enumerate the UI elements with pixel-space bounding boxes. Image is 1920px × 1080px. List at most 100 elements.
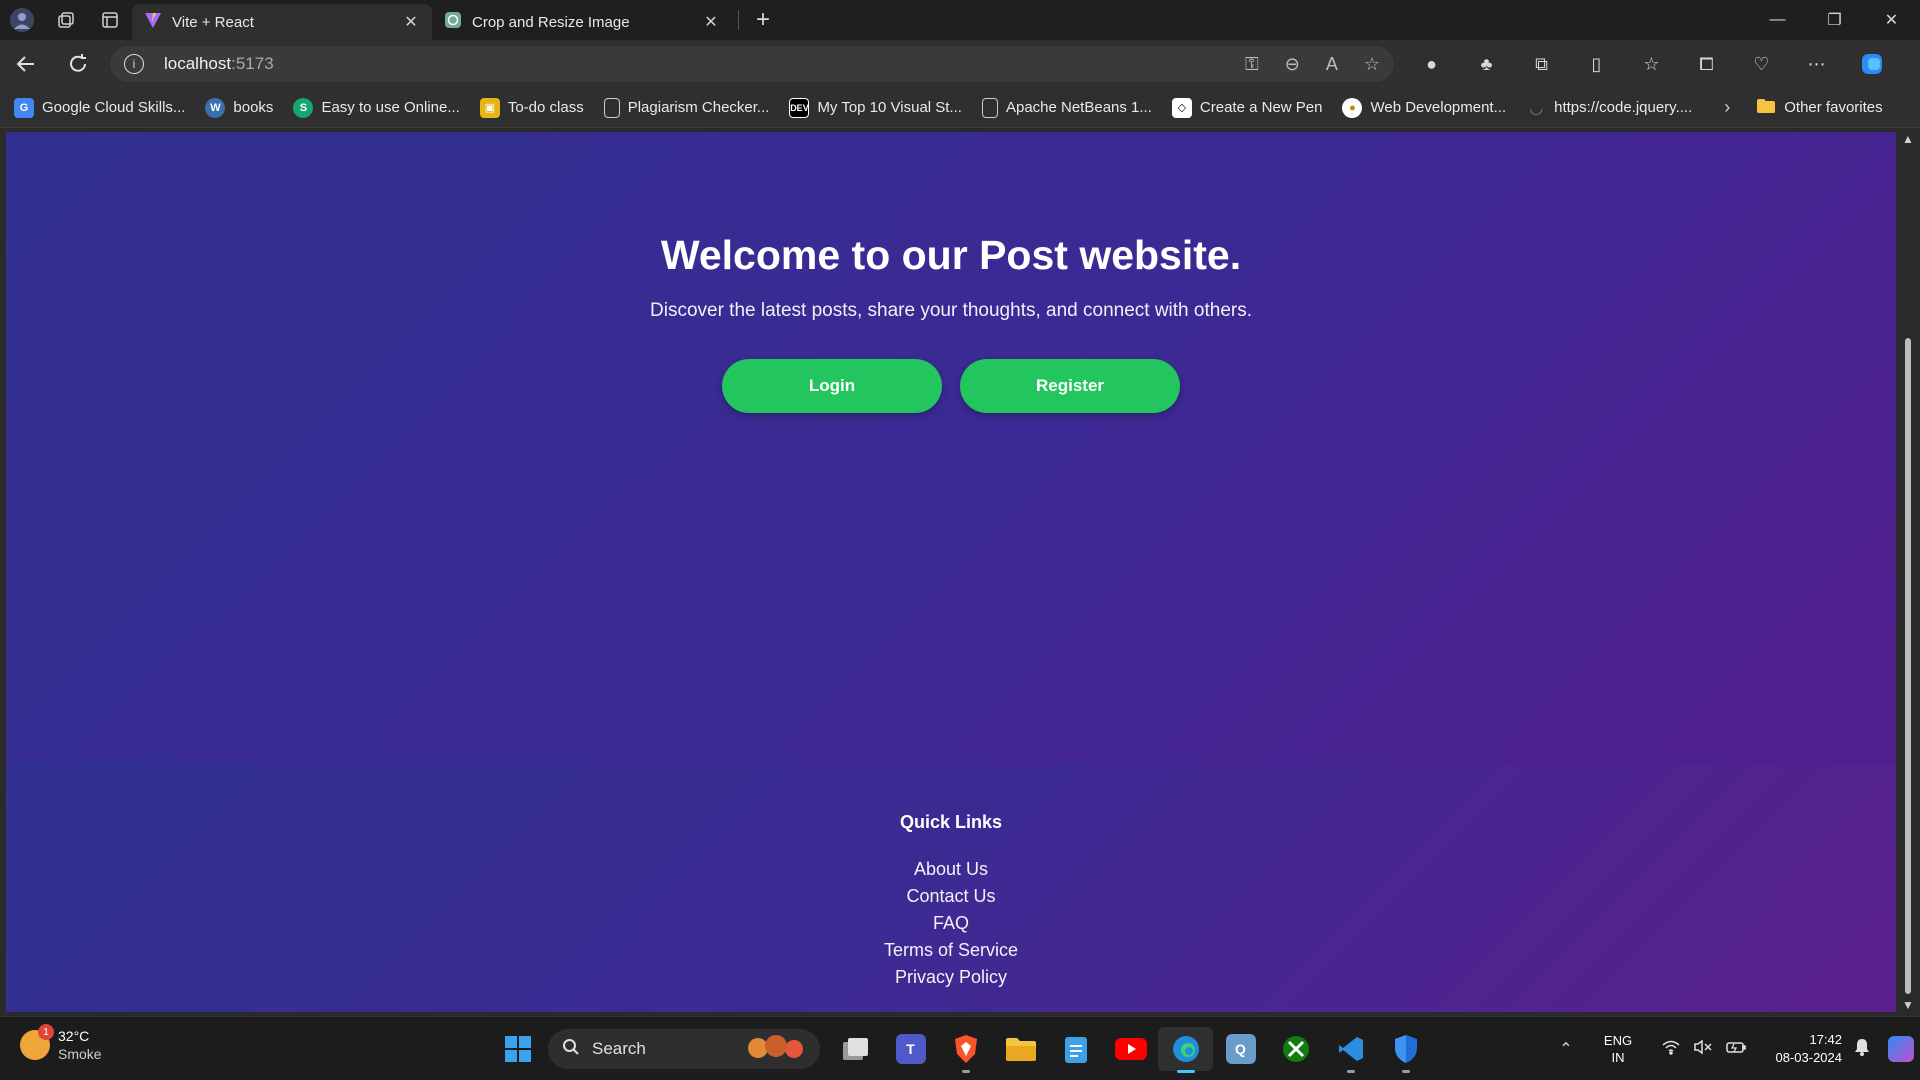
scroll-up-arrow-icon[interactable]: ▲ [1902, 132, 1914, 146]
start-button[interactable] [496, 1027, 540, 1071]
favorites-bar: G Google Cloud Skills... Wbooks S Easy to … [0, 88, 1920, 128]
file-explorer-icon[interactable] [993, 1027, 1048, 1071]
defender-shield-icon[interactable] [1378, 1027, 1433, 1073]
weather-condition: Smoke [58, 1046, 102, 1062]
tab-title: Vite + React [172, 13, 254, 31]
favorite-label: https://code.jquery.... [1554, 99, 1693, 116]
weather-sun-icon: 1 [20, 1024, 54, 1060]
favorite-item[interactable]: ◡ https://code.jquery.... [1526, 98, 1692, 118]
register-button[interactable]: Register [960, 359, 1180, 413]
clock[interactable]: 17:42 08-03-2024 [1760, 1031, 1843, 1067]
footer-link-privacy[interactable]: Privacy Policy [6, 964, 1896, 991]
favorite-item[interactable]: S Easy to use Online... [293, 97, 460, 118]
weather-temperature: 32°C [58, 1028, 90, 1044]
more-favorites-chevron-icon[interactable]: › [1724, 97, 1730, 118]
jquery-icon: ◡ [1529, 99, 1543, 117]
weather-badge: 1 [38, 1024, 54, 1040]
wordpress-icon: W [205, 97, 226, 118]
hero-section: Welcome to our Post website. Discover th… [6, 132, 1896, 764]
restore-button[interactable]: ❐ [1806, 0, 1863, 40]
notification-bell-icon[interactable] [1842, 1038, 1882, 1061]
task-view-icon[interactable] [828, 1027, 883, 1071]
address-bar[interactable]: i localhost :5173 ⚿ ⊖ A ☆ [110, 46, 1394, 82]
scroll-down-arrow-icon[interactable]: ▼ [1902, 998, 1914, 1012]
page-icon [981, 97, 998, 118]
browser-essentials-icon[interactable]: ♡ [1734, 54, 1789, 75]
favorite-item[interactable]: DEV My Top 10 Visual St... [789, 97, 962, 118]
wifi-icon [1662, 1039, 1680, 1059]
app-q-icon[interactable]: Q [1213, 1027, 1268, 1071]
zoom-icon[interactable]: ⊖ [1285, 54, 1300, 75]
tab-crop-resize[interactable]: Crop and Resize Image ✕ [432, 4, 732, 40]
extension-bulb-icon[interactable]: ● [1404, 54, 1459, 75]
show-hidden-icons-chevron-icon[interactable]: ⌃ [1544, 1039, 1588, 1059]
favorites-icon[interactable]: ☆ [1624, 54, 1679, 75]
hero-subtitle: Discover the latest posts, share your th… [650, 300, 1252, 321]
minimize-button[interactable]: — [1749, 0, 1806, 40]
s-logo-icon: S [293, 97, 314, 118]
refresh-button[interactable] [52, 44, 104, 84]
favorite-item[interactable]: Plagiarism Checker... [603, 97, 769, 118]
favorite-star-icon[interactable]: ☆ [1364, 54, 1380, 75]
search-icon [562, 1038, 580, 1061]
clock-date: 08-03-2024 [1775, 1050, 1843, 1065]
tab-vite-react[interactable]: Vite + React ✕ [132, 4, 432, 40]
extension-tree-icon[interactable]: ♣ [1459, 54, 1514, 75]
footer-link-faq[interactable]: FAQ [6, 910, 1896, 937]
back-button[interactable] [0, 44, 52, 84]
teams-icon[interactable]: T [883, 1027, 938, 1071]
collections-icon[interactable]: ⧠ [1679, 54, 1734, 75]
favorite-item[interactable]: ● Web Development... [1342, 97, 1506, 118]
footer-link-about[interactable]: About Us [6, 856, 1896, 883]
close-tab-icon[interactable]: ✕ [402, 12, 420, 32]
vertical-tabs-icon[interactable] [88, 0, 132, 40]
browser-tab-bar: Vite + React ✕ Crop and Resize Image ✕ +… [0, 0, 1920, 40]
page-scrollbar[interactable]: ▲ ▼ [1896, 128, 1920, 1016]
tab-separator [738, 10, 739, 30]
footer: Quick Links About Us Contact Us FAQ Term… [6, 764, 1896, 1012]
scrollbar-thumb[interactable] [1905, 338, 1911, 994]
favorite-label: My Top 10 Visual St... [817, 99, 962, 116]
google-cloud-icon: G [14, 97, 34, 118]
login-button[interactable]: Login [722, 359, 942, 413]
favorite-item[interactable]: ◇ Create a New Pen [1171, 97, 1322, 118]
close-window-button[interactable]: ✕ [1863, 0, 1920, 40]
copilot-icon[interactable] [1844, 52, 1899, 76]
copilot-taskbar-icon[interactable] [1882, 1036, 1920, 1062]
workspaces-icon[interactable] [44, 0, 88, 40]
brave-icon[interactable] [938, 1027, 993, 1073]
quick-settings[interactable] [1662, 1039, 1746, 1059]
volume-muted-icon [1694, 1039, 1712, 1059]
new-tab-button[interactable]: + [745, 6, 781, 34]
favorite-item[interactable]: ▣ To-do class [479, 97, 584, 118]
footer-link-terms[interactable]: Terms of Service [6, 937, 1896, 964]
openai-icon [444, 11, 462, 33]
vscode-icon[interactable] [1323, 1027, 1378, 1073]
password-key-icon[interactable]: ⚿ [1245, 54, 1259, 75]
circle-logo-icon: ● [1342, 97, 1363, 118]
edge-icon[interactable] [1158, 1027, 1213, 1073]
more-menu-icon[interactable]: ⋯ [1789, 54, 1844, 75]
windows-taskbar: 1 32°C Smoke Search T Q ⌃ ENG IN 17:42 0… [0, 1016, 1920, 1080]
split-screen-icon[interactable]: ▯ [1569, 54, 1624, 75]
favorite-label: Easy to use Online... [321, 99, 460, 116]
other-favorites[interactable]: Other favorites [1756, 98, 1883, 118]
footer-link-contact[interactable]: Contact Us [6, 883, 1896, 910]
site-info-icon[interactable]: i [124, 54, 144, 74]
close-tab-icon[interactable]: ✕ [702, 12, 720, 32]
clock-time: 17:42 [1809, 1032, 1842, 1047]
notepad-icon[interactable] [1048, 1027, 1103, 1071]
youtube-icon[interactable] [1103, 1027, 1158, 1071]
profile-avatar-icon[interactable] [0, 0, 44, 40]
xbox-icon[interactable] [1268, 1027, 1323, 1071]
favorite-item[interactable]: G Google Cloud Skills... [14, 97, 185, 118]
browser-toolbar: i localhost :5173 ⚿ ⊖ A ☆ ● ♣ ⧉ ▯ ☆ ⧠ ♡ … [0, 40, 1920, 88]
read-aloud-icon[interactable]: A [1326, 54, 1338, 75]
language-indicator[interactable]: ENG IN [1588, 1032, 1648, 1066]
taskbar-search[interactable]: Search [548, 1029, 820, 1069]
extensions-icon[interactable]: ⧉ [1514, 54, 1569, 75]
favorite-item[interactable]: Apache NetBeans 1... [981, 97, 1152, 118]
weather-widget[interactable]: 1 32°C Smoke [20, 1024, 102, 1063]
quick-links-list: About Us Contact Us FAQ Terms of Service… [6, 856, 1896, 991]
favorite-item[interactable]: Wbooks [205, 97, 273, 118]
